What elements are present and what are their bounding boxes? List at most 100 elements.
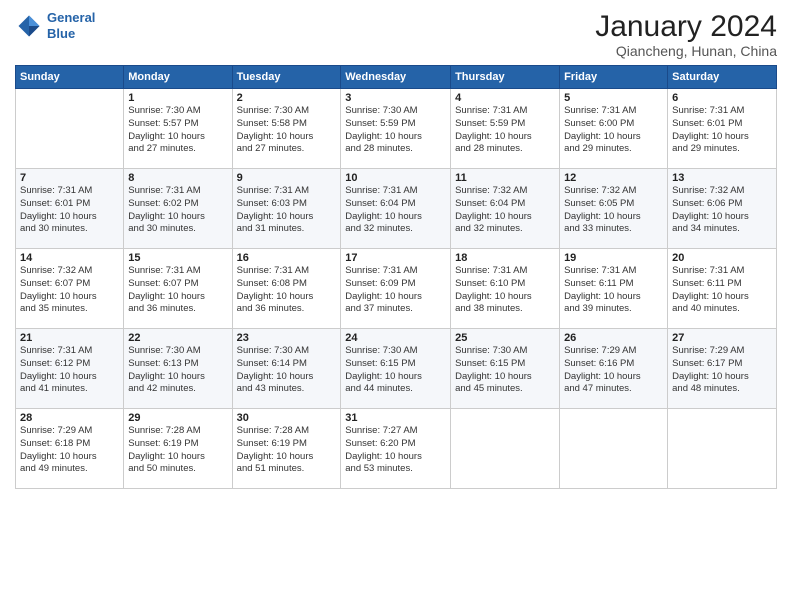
day-number: 25	[455, 332, 555, 344]
calendar-cell: 24Sunrise: 7:30 AMSunset: 6:15 PMDayligh…	[341, 329, 451, 409]
calendar-cell: 30Sunrise: 7:28 AMSunset: 6:19 PMDayligh…	[232, 409, 341, 489]
day-info: Sunrise: 7:32 AMSunset: 6:06 PMDaylight:…	[672, 185, 772, 236]
calendar-cell: 19Sunrise: 7:31 AMSunset: 6:11 PMDayligh…	[560, 249, 668, 329]
calendar-cell: 28Sunrise: 7:29 AMSunset: 6:18 PMDayligh…	[16, 409, 124, 489]
logo: General Blue	[15, 10, 95, 41]
title-block: January 2024 Qiancheng, Hunan, China	[595, 10, 777, 59]
logo-text: General Blue	[47, 10, 95, 41]
day-info: Sunrise: 7:30 AMSunset: 5:57 PMDaylight:…	[128, 105, 227, 156]
day-info: Sunrise: 7:32 AMSunset: 6:04 PMDaylight:…	[455, 185, 555, 236]
calendar-week-3: 14Sunrise: 7:32 AMSunset: 6:07 PMDayligh…	[16, 249, 777, 329]
day-info: Sunrise: 7:31 AMSunset: 6:01 PMDaylight:…	[20, 185, 119, 236]
calendar-cell	[560, 409, 668, 489]
day-number: 4	[455, 92, 555, 104]
day-number: 21	[20, 332, 119, 344]
day-number: 12	[564, 172, 663, 184]
day-number: 1	[128, 92, 227, 104]
weekday-header-tuesday: Tuesday	[232, 66, 341, 89]
calendar-cell: 1Sunrise: 7:30 AMSunset: 5:57 PMDaylight…	[124, 89, 232, 169]
main-title: January 2024	[595, 10, 777, 43]
logo-blue: Blue	[47, 26, 75, 41]
day-info: Sunrise: 7:30 AMSunset: 5:59 PMDaylight:…	[345, 105, 446, 156]
logo-icon	[15, 12, 43, 40]
day-number: 17	[345, 252, 446, 264]
day-info: Sunrise: 7:31 AMSunset: 6:12 PMDaylight:…	[20, 345, 119, 396]
calendar-cell: 29Sunrise: 7:28 AMSunset: 6:19 PMDayligh…	[124, 409, 232, 489]
day-info: Sunrise: 7:31 AMSunset: 6:10 PMDaylight:…	[455, 265, 555, 316]
day-info: Sunrise: 7:28 AMSunset: 6:19 PMDaylight:…	[128, 425, 227, 476]
calendar-cell: 27Sunrise: 7:29 AMSunset: 6:17 PMDayligh…	[668, 329, 777, 409]
calendar-cell: 7Sunrise: 7:31 AMSunset: 6:01 PMDaylight…	[16, 169, 124, 249]
day-info: Sunrise: 7:31 AMSunset: 6:04 PMDaylight:…	[345, 185, 446, 236]
calendar-table: SundayMondayTuesdayWednesdayThursdayFrid…	[15, 65, 777, 489]
day-number: 8	[128, 172, 227, 184]
calendar-header: SundayMondayTuesdayWednesdayThursdayFrid…	[16, 66, 777, 89]
calendar-cell: 10Sunrise: 7:31 AMSunset: 6:04 PMDayligh…	[341, 169, 451, 249]
day-info: Sunrise: 7:31 AMSunset: 6:07 PMDaylight:…	[128, 265, 227, 316]
weekday-header-row: SundayMondayTuesdayWednesdayThursdayFrid…	[16, 66, 777, 89]
calendar-cell: 14Sunrise: 7:32 AMSunset: 6:07 PMDayligh…	[16, 249, 124, 329]
day-info: Sunrise: 7:29 AMSunset: 6:18 PMDaylight:…	[20, 425, 119, 476]
day-number: 2	[237, 92, 337, 104]
day-number: 19	[564, 252, 663, 264]
weekday-header-thursday: Thursday	[451, 66, 560, 89]
calendar-cell: 17Sunrise: 7:31 AMSunset: 6:09 PMDayligh…	[341, 249, 451, 329]
day-info: Sunrise: 7:30 AMSunset: 6:14 PMDaylight:…	[237, 345, 337, 396]
day-info: Sunrise: 7:31 AMSunset: 6:09 PMDaylight:…	[345, 265, 446, 316]
subtitle: Qiancheng, Hunan, China	[595, 43, 777, 59]
day-number: 10	[345, 172, 446, 184]
day-info: Sunrise: 7:29 AMSunset: 6:17 PMDaylight:…	[672, 345, 772, 396]
day-number: 28	[20, 412, 119, 424]
calendar-week-2: 7Sunrise: 7:31 AMSunset: 6:01 PMDaylight…	[16, 169, 777, 249]
day-info: Sunrise: 7:32 AMSunset: 6:05 PMDaylight:…	[564, 185, 663, 236]
page: General Blue January 2024 Qiancheng, Hun…	[0, 0, 792, 612]
day-info: Sunrise: 7:29 AMSunset: 6:16 PMDaylight:…	[564, 345, 663, 396]
calendar-cell: 11Sunrise: 7:32 AMSunset: 6:04 PMDayligh…	[451, 169, 560, 249]
calendar-cell: 3Sunrise: 7:30 AMSunset: 5:59 PMDaylight…	[341, 89, 451, 169]
calendar-cell: 18Sunrise: 7:31 AMSunset: 6:10 PMDayligh…	[451, 249, 560, 329]
day-number: 23	[237, 332, 337, 344]
calendar-cell	[668, 409, 777, 489]
calendar-cell: 15Sunrise: 7:31 AMSunset: 6:07 PMDayligh…	[124, 249, 232, 329]
calendar-week-1: 1Sunrise: 7:30 AMSunset: 5:57 PMDaylight…	[16, 89, 777, 169]
weekday-header-sunday: Sunday	[16, 66, 124, 89]
day-info: Sunrise: 7:31 AMSunset: 6:08 PMDaylight:…	[237, 265, 337, 316]
calendar-cell: 31Sunrise: 7:27 AMSunset: 6:20 PMDayligh…	[341, 409, 451, 489]
day-number: 31	[345, 412, 446, 424]
day-number: 27	[672, 332, 772, 344]
calendar-cell: 2Sunrise: 7:30 AMSunset: 5:58 PMDaylight…	[232, 89, 341, 169]
calendar-cell	[16, 89, 124, 169]
day-info: Sunrise: 7:31 AMSunset: 6:11 PMDaylight:…	[564, 265, 663, 316]
day-info: Sunrise: 7:31 AMSunset: 6:00 PMDaylight:…	[564, 105, 663, 156]
day-number: 22	[128, 332, 227, 344]
day-number: 13	[672, 172, 772, 184]
calendar-cell	[451, 409, 560, 489]
calendar-cell: 22Sunrise: 7:30 AMSunset: 6:13 PMDayligh…	[124, 329, 232, 409]
calendar-cell: 8Sunrise: 7:31 AMSunset: 6:02 PMDaylight…	[124, 169, 232, 249]
day-info: Sunrise: 7:27 AMSunset: 6:20 PMDaylight:…	[345, 425, 446, 476]
day-number: 9	[237, 172, 337, 184]
calendar-cell: 4Sunrise: 7:31 AMSunset: 5:59 PMDaylight…	[451, 89, 560, 169]
day-info: Sunrise: 7:30 AMSunset: 5:58 PMDaylight:…	[237, 105, 337, 156]
weekday-header-friday: Friday	[560, 66, 668, 89]
calendar-cell: 20Sunrise: 7:31 AMSunset: 6:11 PMDayligh…	[668, 249, 777, 329]
logo-general: General	[47, 10, 95, 25]
calendar-cell: 16Sunrise: 7:31 AMSunset: 6:08 PMDayligh…	[232, 249, 341, 329]
day-number: 6	[672, 92, 772, 104]
weekday-header-wednesday: Wednesday	[341, 66, 451, 89]
day-info: Sunrise: 7:31 AMSunset: 5:59 PMDaylight:…	[455, 105, 555, 156]
weekday-header-saturday: Saturday	[668, 66, 777, 89]
day-info: Sunrise: 7:30 AMSunset: 6:13 PMDaylight:…	[128, 345, 227, 396]
day-info: Sunrise: 7:30 AMSunset: 6:15 PMDaylight:…	[455, 345, 555, 396]
day-number: 16	[237, 252, 337, 264]
day-info: Sunrise: 7:30 AMSunset: 6:15 PMDaylight:…	[345, 345, 446, 396]
day-number: 5	[564, 92, 663, 104]
weekday-header-monday: Monday	[124, 66, 232, 89]
day-number: 30	[237, 412, 337, 424]
day-number: 24	[345, 332, 446, 344]
calendar-cell: 6Sunrise: 7:31 AMSunset: 6:01 PMDaylight…	[668, 89, 777, 169]
calendar-cell: 13Sunrise: 7:32 AMSunset: 6:06 PMDayligh…	[668, 169, 777, 249]
day-number: 7	[20, 172, 119, 184]
day-info: Sunrise: 7:28 AMSunset: 6:19 PMDaylight:…	[237, 425, 337, 476]
day-info: Sunrise: 7:31 AMSunset: 6:01 PMDaylight:…	[672, 105, 772, 156]
